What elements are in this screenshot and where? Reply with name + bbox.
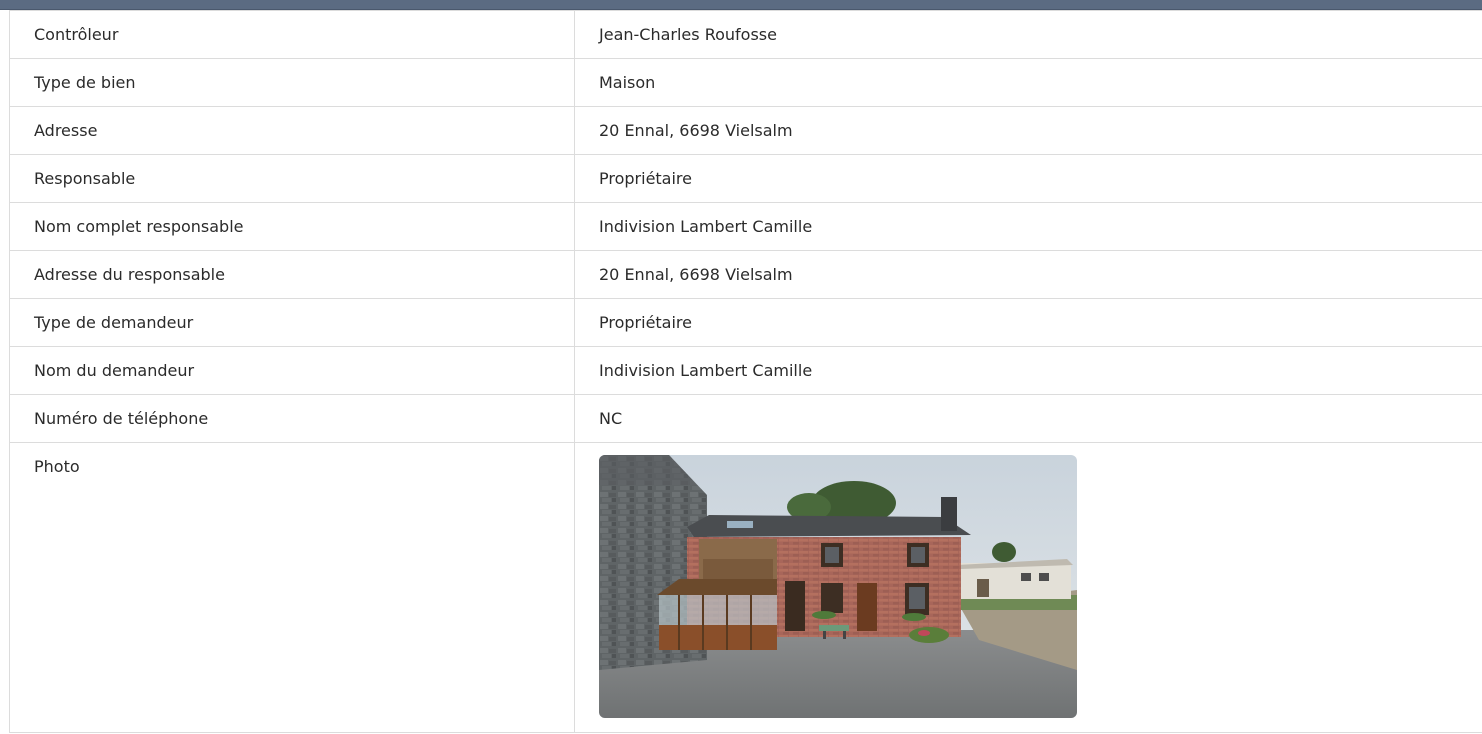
row-value: Maison (574, 58, 1482, 107)
row-value: Indivision Lambert Camille (574, 346, 1482, 395)
row-label: Type de demandeur (9, 298, 575, 347)
table-row: Type de bien Maison (9, 58, 1482, 107)
header-bar (0, 0, 1482, 10)
details-table: Contrôleur Jean-Charles Roufosse Type de… (9, 10, 1482, 733)
table-row: Adresse 20 Ennal, 6698 Vielsalm (9, 106, 1482, 155)
house-photo[interactable] (599, 455, 1077, 718)
photo-label: Photo (9, 442, 575, 733)
table-row: Contrôleur Jean-Charles Roufosse (9, 10, 1482, 59)
house-photo-image (599, 455, 1077, 718)
row-label: Responsable (9, 154, 575, 203)
photo-cell (574, 442, 1482, 733)
row-value: 20 Ennal, 6698 Vielsalm (574, 250, 1482, 299)
row-label: Type de bien (9, 58, 575, 107)
row-value: 20 Ennal, 6698 Vielsalm (574, 106, 1482, 155)
row-label: Adresse du responsable (9, 250, 575, 299)
table-row: Type de demandeur Propriétaire (9, 298, 1482, 347)
row-label: Nom du demandeur (9, 346, 575, 395)
table-row-photo: Photo (9, 442, 1482, 733)
row-value: Propriétaire (574, 154, 1482, 203)
row-value: Jean-Charles Roufosse (574, 10, 1482, 59)
row-label: Numéro de téléphone (9, 394, 575, 443)
row-value: NC (574, 394, 1482, 443)
row-label: Contrôleur (9, 10, 575, 59)
row-label: Adresse (9, 106, 575, 155)
row-label: Nom complet responsable (9, 202, 575, 251)
table-row: Responsable Propriétaire (9, 154, 1482, 203)
table-row: Nom complet responsable Indivision Lambe… (9, 202, 1482, 251)
details-page: Contrôleur Jean-Charles Roufosse Type de… (0, 0, 1482, 734)
table-row: Adresse du responsable 20 Ennal, 6698 Vi… (9, 250, 1482, 299)
table-row: Nom du demandeur Indivision Lambert Cami… (9, 346, 1482, 395)
row-value: Propriétaire (574, 298, 1482, 347)
table-row: Numéro de téléphone NC (9, 394, 1482, 443)
row-value: Indivision Lambert Camille (574, 202, 1482, 251)
